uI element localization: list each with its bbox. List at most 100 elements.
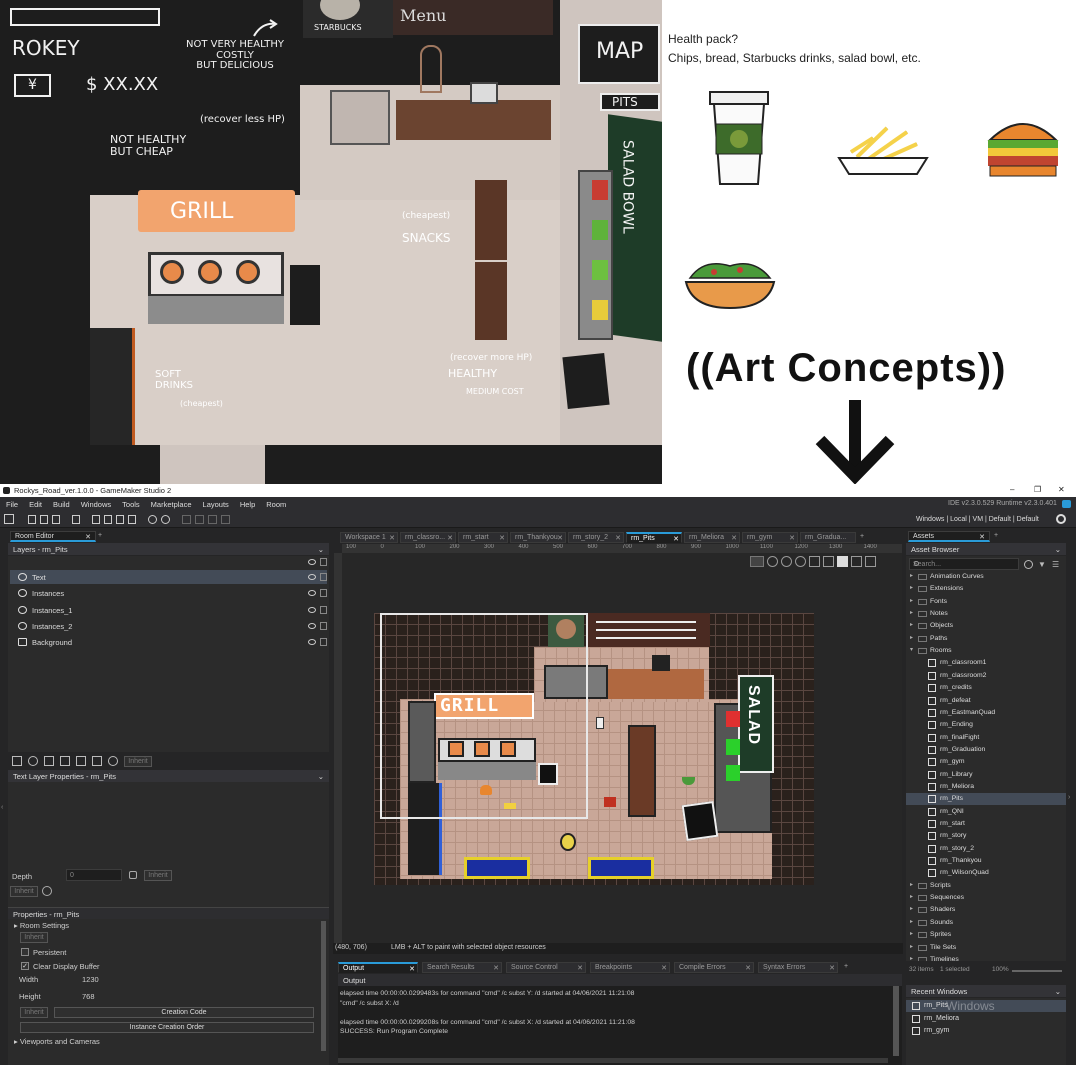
asset-tree-item[interactable]: ▸ Animation Curves — [906, 571, 1066, 583]
tab-close-icon[interactable]: ✕ — [409, 965, 415, 972]
settings-icon[interactable] — [148, 515, 157, 524]
layer-row[interactable]: Background — [10, 635, 327, 649]
asset-tree-item[interactable]: ▸ Objects — [906, 620, 1066, 632]
asset-tree-item[interactable]: rm_classroom1 — [906, 657, 1066, 669]
tab-close-icon[interactable]: ✕ — [829, 964, 835, 972]
recent-window-item[interactable]: rm_Meliora — [906, 1013, 1066, 1025]
layer-inherit-button[interactable]: Inherit — [124, 756, 152, 767]
tab-close-icon[interactable]: ✕ — [557, 534, 563, 542]
asset-sort-icon[interactable]: ☰ — [1052, 560, 1059, 569]
grid-toggle-icon[interactable] — [750, 556, 764, 567]
asset-tree-item[interactable]: rm_Thankyou — [906, 855, 1066, 867]
left-collapse-icon[interactable]: ‹ — [1, 804, 3, 811]
delete-layer-icon[interactable] — [108, 756, 118, 766]
lock-icon[interactable] — [129, 871, 137, 879]
asset-tree-item[interactable]: rm_QNI — [906, 806, 1066, 818]
layers-view-icon[interactable] — [865, 556, 876, 567]
menu-item-build[interactable]: Build — [53, 500, 70, 509]
tab-close-icon[interactable]: ✕ — [661, 964, 667, 972]
properties-scrollbar[interactable] — [321, 921, 326, 1051]
output-tab[interactable]: Breakpoints ✕ — [590, 962, 670, 973]
center-icon[interactable] — [823, 556, 834, 567]
asset-tree-item[interactable]: rm_Meliora — [906, 781, 1066, 793]
asset-tree-item[interactable]: rm_Pits — [906, 793, 1066, 806]
fit-icon[interactable] — [221, 515, 230, 524]
help-icon[interactable] — [161, 515, 170, 524]
editor-tab[interactable]: Workspace 1 ✕ — [340, 532, 398, 543]
layer-row[interactable]: Text — [10, 570, 327, 584]
add-instance-layer-icon[interactable] — [28, 756, 38, 766]
menu-item-layouts[interactable]: Layouts — [203, 500, 229, 509]
tab-close-icon[interactable]: ✕ — [447, 534, 453, 542]
asset-tree-item[interactable]: ▸ Scripts — [906, 880, 1066, 892]
add-tile-layer-icon[interactable] — [44, 756, 54, 766]
add-output-tab-button[interactable]: + — [844, 963, 848, 970]
persistent-checkbox[interactable] — [21, 948, 29, 956]
lock-icon[interactable] — [320, 558, 327, 566]
depth-inherit-button[interactable]: Inherit — [144, 870, 172, 881]
editor-tab[interactable]: rm_gym ✕ — [742, 532, 798, 543]
asset-tree-item[interactable]: ▸ Sprites — [906, 929, 1066, 941]
asset-tree-item[interactable]: rm_WilsonQuad — [906, 867, 1066, 879]
expand-arrow-icon[interactable]: ▸ — [910, 893, 913, 900]
expand-arrow-icon[interactable]: ▸ — [910, 943, 913, 950]
layer-row[interactable]: Instances_2 — [10, 619, 327, 633]
visibility-icon[interactable] — [308, 574, 316, 580]
asset-tree-item[interactable]: ▸ Paths — [906, 633, 1066, 645]
asset-filter-icon[interactable]: ▼ — [1038, 560, 1046, 569]
add-background-layer-icon[interactable] — [12, 756, 22, 766]
close-button[interactable]: ✕ — [1058, 485, 1065, 494]
coffee-object[interactable] — [596, 717, 604, 729]
visibility-icon[interactable] — [308, 590, 316, 597]
editor-tab[interactable]: rm_start ✕ — [458, 532, 508, 543]
asset-tree-item[interactable]: ▾ Rooms — [906, 645, 1066, 657]
text-layer-properties-header[interactable]: Text Layer Properties - rm_Pits ⌄ — [8, 770, 329, 782]
asset-tree-item[interactable]: rm_story_2 — [906, 843, 1066, 855]
tab-close-icon[interactable]: ✕ — [499, 534, 505, 542]
expand-arrow-icon[interactable]: ▸ — [910, 930, 913, 937]
target-gear-icon[interactable] — [1056, 514, 1066, 524]
expand-arrow-icon[interactable]: ▸ — [910, 905, 913, 912]
tab-close-icon[interactable]: ✕ — [493, 964, 499, 972]
zoom-reset-view-icon[interactable] — [781, 556, 792, 567]
expand-arrow-icon[interactable]: ▸ — [910, 572, 913, 579]
target-selector[interactable]: Windows | Local | VM | Default | Default — [916, 516, 1039, 523]
add-path-layer-icon[interactable] — [60, 756, 70, 766]
tab-active[interactable]: rm_Pits ✕ — [626, 532, 682, 543]
room-canvas[interactable]: GRILL SALAD — [342, 553, 902, 943]
menu-item-help[interactable]: Help — [240, 500, 255, 509]
menu-item-marketplace[interactable]: Marketplace — [151, 500, 192, 509]
zoom-out-icon[interactable] — [182, 515, 191, 524]
asset-tree-item[interactable]: ▸ Timelines — [906, 954, 1066, 961]
asset-tree-item[interactable]: rm_Graduation — [906, 744, 1066, 756]
visibility-icon[interactable] — [308, 559, 316, 565]
editor-tab[interactable]: rm_classro... ✕ — [400, 532, 456, 543]
expand-arrow-icon[interactable]: ▸ — [910, 584, 913, 591]
layer-row[interactable]: Instances_1 — [10, 603, 327, 617]
output-hscrollbar[interactable] — [338, 1058, 888, 1063]
editor-tab[interactable]: rm_Gradua... — [800, 532, 856, 543]
output-tab[interactable]: Syntax Errors ✕ — [758, 962, 838, 973]
add-filter-layer-icon[interactable] — [92, 756, 102, 766]
debug-icon[interactable] — [92, 515, 100, 524]
text-inherit-button[interactable]: Inherit — [10, 886, 38, 897]
zoom-reset-icon[interactable] — [195, 515, 204, 524]
asset-tree-item[interactable]: rm_Library — [906, 769, 1066, 781]
asset-options-icon[interactable] — [1024, 560, 1033, 569]
home-icon[interactable] — [4, 514, 14, 524]
recent-window-item[interactable]: rm_gym — [906, 1025, 1066, 1037]
asset-tree-item[interactable]: ▸ Shaders — [906, 904, 1066, 916]
player-object[interactable] — [560, 833, 576, 851]
tab-close-icon[interactable]: ✕ — [731, 534, 737, 542]
reset-icon[interactable] — [42, 886, 52, 896]
zoom-in-view-icon[interactable] — [795, 556, 806, 567]
asset-tree-item[interactable]: ▸ Fonts — [906, 596, 1066, 608]
assets-tab[interactable]: Assets ✕ — [908, 531, 990, 542]
asset-tree-item[interactable]: ▸ Sounds — [906, 917, 1066, 929]
notification-icon[interactable] — [1062, 500, 1071, 508]
new-icon[interactable] — [28, 515, 36, 524]
editor-tab[interactable]: rm_Meliora ✕ — [684, 532, 740, 543]
zoom-in-icon[interactable] — [208, 515, 217, 524]
play-view-icon[interactable] — [851, 556, 862, 567]
tab-close-icon[interactable]: ✕ — [789, 534, 795, 542]
